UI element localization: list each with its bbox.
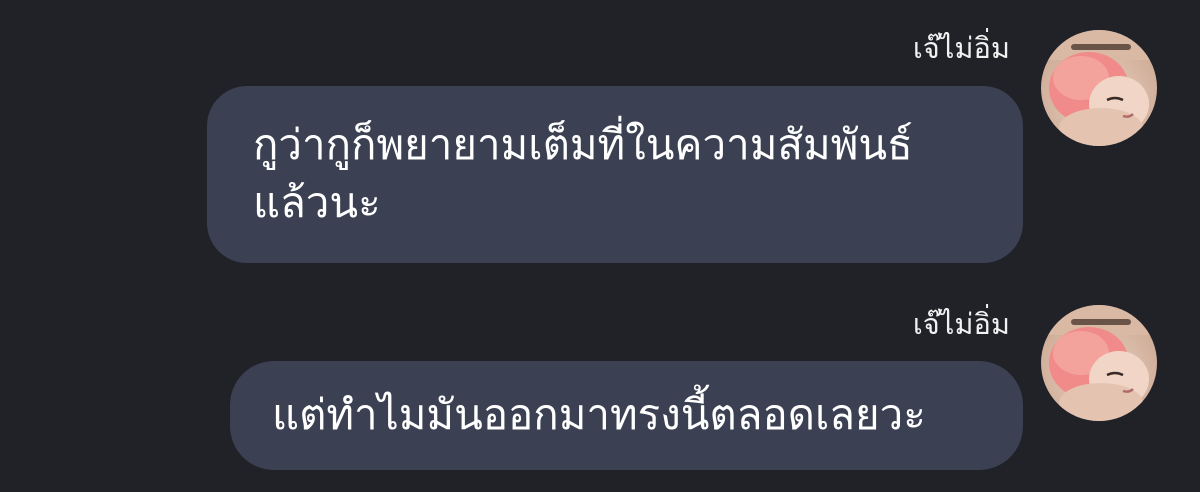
avatar[interactable] xyxy=(1041,305,1157,421)
message-text-line: กูว่ากูก็พยายามเต็มที่ในความสัมพันธ์ xyxy=(253,120,913,169)
sender-name: เจ๊ไม่อิ่ม xyxy=(912,31,1010,65)
message-bubble[interactable]: กูว่ากูก็พยายามเต็มที่ในความสัมพันธ์ แล้… xyxy=(207,86,1023,263)
message-text-line: แต่ทำไมมันออกมาทรงนี้ตลอดเลยวะ xyxy=(272,390,926,439)
sender-name: เจ๊ไม่อิ่ม xyxy=(912,307,1010,341)
message-bubble[interactable]: แต่ทำไมมันออกมาทรงนี้ตลอดเลยวะ xyxy=(230,361,1023,470)
chat-view: เจ๊ไม่อิ่ม กูว่ากูก็พยายามเต็มที่ในความส… xyxy=(0,0,1200,492)
message-text-line: แล้วนะ xyxy=(253,178,381,227)
avatar[interactable] xyxy=(1041,30,1157,146)
